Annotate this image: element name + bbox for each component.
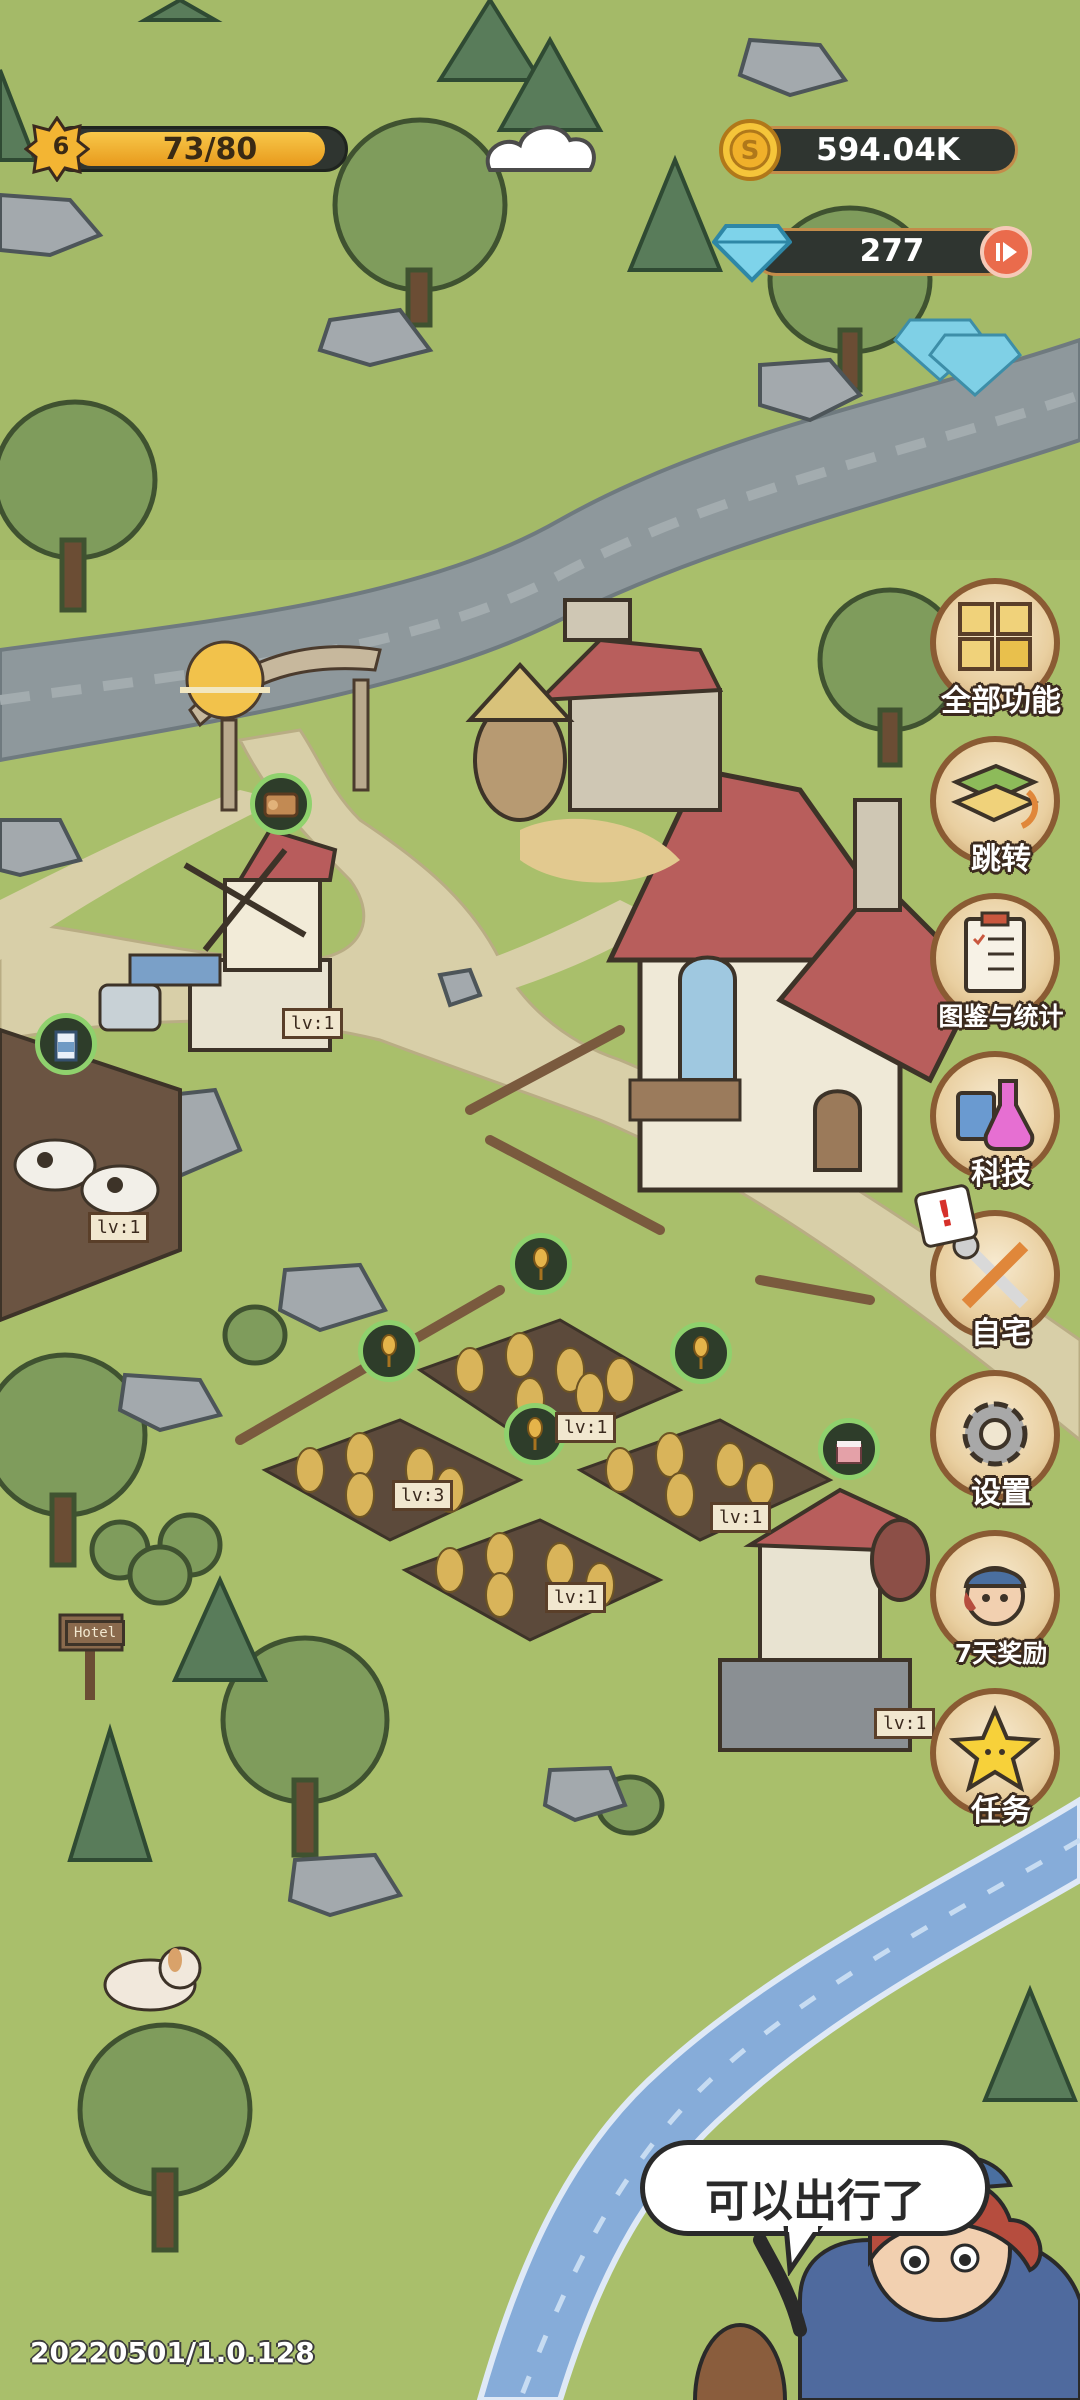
wheat-icon [533, 1247, 549, 1280]
milk-production-indicator[interactable] [35, 1013, 97, 1075]
speech-bubble-text: 可以出行了 [705, 2176, 925, 2227]
video-ad-button[interactable] [980, 226, 1032, 278]
tech-button[interactable]: 科技 [930, 1051, 1060, 1192]
kitchen-level-sign: lv:1 [874, 1708, 936, 1739]
coin-icon: S [719, 119, 781, 181]
wood-production-indicator[interactable] [250, 773, 312, 835]
pen-level-sign: lv:1 [88, 1212, 150, 1243]
field-right-level-sign: lv:1 [710, 1502, 772, 1533]
gem-amount: 277 [859, 233, 925, 269]
home-alert-icon: ! [912, 1182, 980, 1250]
field-left-level-sign: lv:3 [392, 1480, 454, 1511]
tasks-label: 任务 [971, 1794, 1031, 1829]
wheat-production-indicator-3[interactable] [670, 1322, 732, 1384]
jump-button[interactable]: 跳转 [930, 736, 1060, 877]
wheat-icon [381, 1334, 397, 1367]
wheat-icon [693, 1336, 709, 1369]
coin-amount: 594.04K [816, 132, 960, 168]
energy-value: 73/80 [162, 132, 258, 167]
all-functions-button[interactable]: 全部功能 [930, 578, 1061, 719]
log-icon [263, 792, 299, 818]
svg-text:S: S [741, 136, 760, 166]
speech-bubble-tail [783, 2226, 824, 2276]
field-top-level-sign: lv:1 [555, 1412, 617, 1443]
wheat-production-indicator-2[interactable] [358, 1320, 420, 1382]
energy-bar[interactable]: 73/80 6 [24, 116, 348, 182]
collection-stats-button[interactable]: 图鉴与统计 [930, 893, 1064, 1031]
collection-stats-label: 图鉴与统计 [938, 1002, 1064, 1031]
cake-production-indicator[interactable] [818, 1418, 880, 1480]
wheat-production-indicator-1[interactable] [510, 1233, 572, 1295]
milk-carton-icon [54, 1030, 78, 1062]
player-level: 6 [52, 132, 70, 160]
windmill-level-sign: lv:1 [282, 1008, 344, 1039]
diamond-icon [712, 224, 792, 283]
settings-button[interactable]: 设置 [930, 1370, 1060, 1511]
hotel-sign: Hotel [65, 1620, 126, 1646]
seven-day-reward-label: 7天奖励 [954, 1639, 1048, 1668]
all-functions-label: 全部功能 [941, 684, 1061, 719]
field-bottom-level-sign: lv:1 [545, 1582, 607, 1613]
home-label: 自宅 [971, 1316, 1031, 1351]
version-label: 20220501/1.0.128 [30, 2336, 315, 2369]
cake-icon [836, 1441, 862, 1464]
settings-label: 设置 [971, 1476, 1031, 1511]
play-icon [996, 242, 1017, 262]
jump-label: 跳转 [971, 842, 1031, 877]
coin-counter[interactable]: S 594.04K [718, 118, 1018, 182]
speech-bubble[interactable]: 可以出行了 [640, 2140, 990, 2236]
seven-day-reward-button[interactable]: 7天奖励 [930, 1530, 1060, 1668]
gem-counter[interactable]: 277 [712, 218, 1042, 284]
wheat-icon [527, 1417, 543, 1450]
tasks-button[interactable]: 任务 [930, 1688, 1060, 1829]
